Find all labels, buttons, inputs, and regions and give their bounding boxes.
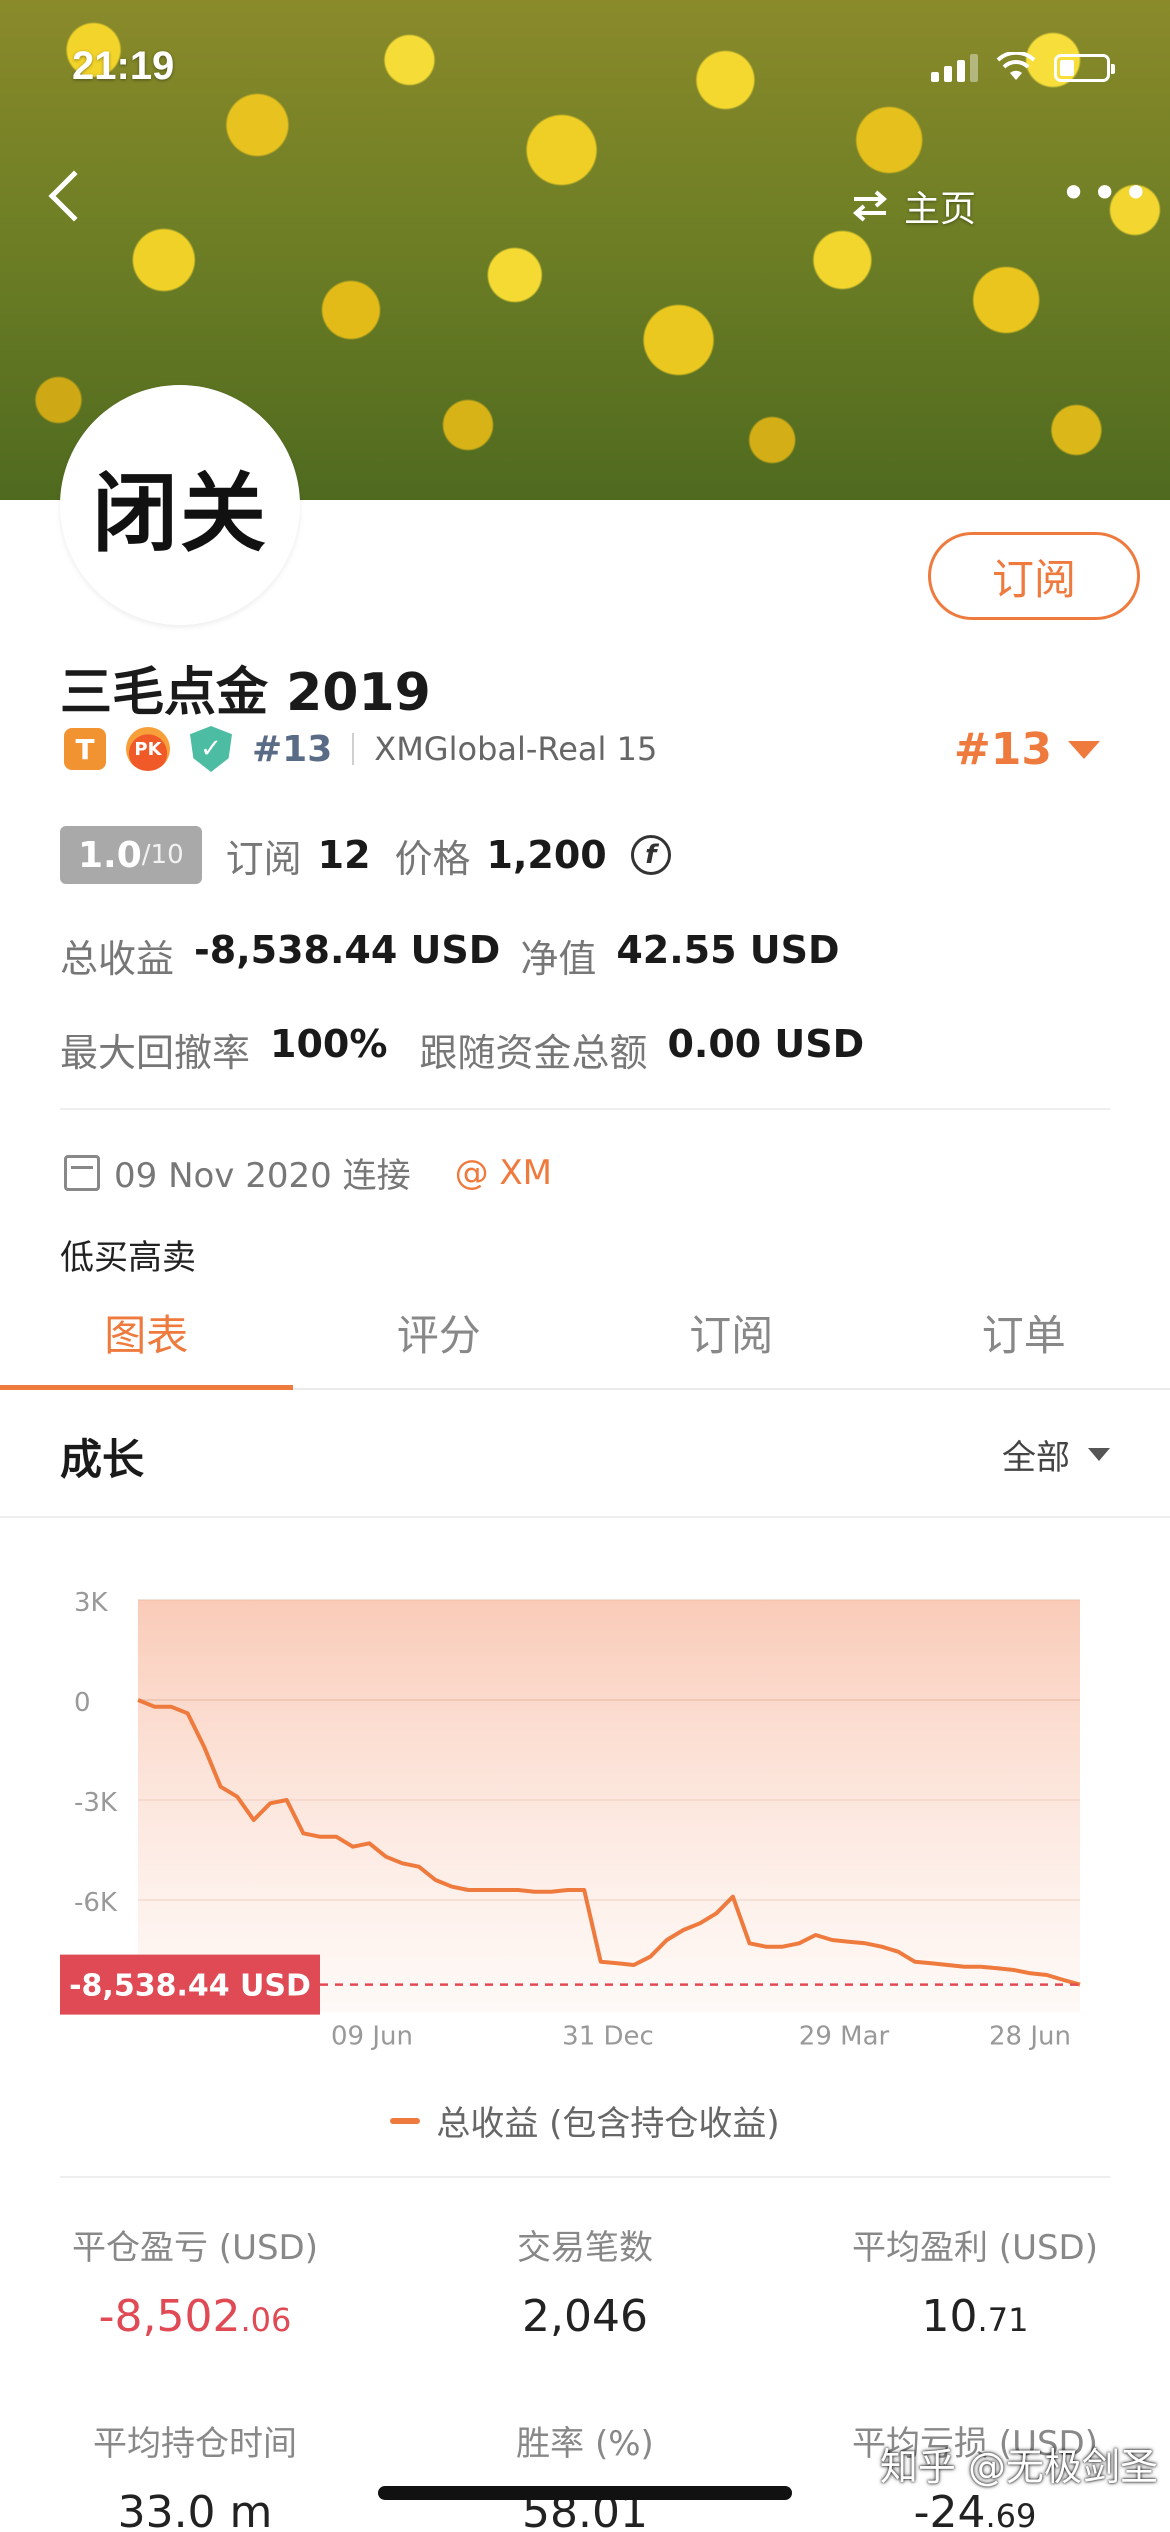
broker-link[interactable]: @ XM (455, 1153, 552, 1193)
stat-value-int: 10 (921, 2291, 978, 2342)
stat-value: 2,046 (390, 2291, 780, 2342)
stat-value: 10.71 (780, 2291, 1170, 2342)
status-time: 21:19 (72, 44, 175, 88)
tab-subscribe[interactable]: 订阅 (585, 1290, 878, 1388)
divider (352, 733, 355, 765)
total-profit-value: -8,538.44 USD (194, 928, 501, 972)
x-tick-label: 28 Jun (989, 2022, 1071, 2052)
y-tick-label: -6K (74, 1888, 118, 1918)
wifi-icon (996, 52, 1036, 80)
stat-avg-hold-time: 平均持仓时间 33.0 m (0, 2416, 390, 2532)
follow-funds-label: 跟随资金总额 (419, 1031, 648, 1075)
calendar-icon (64, 1154, 100, 1191)
stat-value-int: -24 (913, 2487, 986, 2532)
divider (60, 2176, 1110, 2178)
stat-win-rate: 胜率 (%) 58.01 (390, 2416, 780, 2532)
stat-avg-profit: 平均盈利 (USD) 10.71 (780, 2220, 1170, 2342)
score-value: 1.0 (78, 834, 142, 876)
signal-icon (931, 54, 978, 82)
home-indicator (378, 2486, 792, 2500)
filter-label: 全部 (1002, 1438, 1070, 1478)
legend-label: 总收益 (包含持仓收益) (436, 2104, 780, 2144)
stat-trade-count: 交易笔数 2,046 (390, 2220, 780, 2342)
tab-chart[interactable]: 图表 (0, 1290, 293, 1390)
subscriptions-label: 订阅 (225, 836, 302, 881)
follow-funds-value: 0.00 USD (667, 1022, 865, 1066)
period-filter-dropdown[interactable]: 全部 (1002, 1430, 1110, 1479)
stat-label: 平仓盈亏 (USD) (72, 2228, 318, 2268)
x-tick-label: 29 Mar (799, 2022, 890, 2052)
battery-icon (1054, 54, 1115, 82)
triangle-down-icon (1088, 1448, 1110, 1461)
max-drawdown-label: 最大回撤率 (60, 1031, 251, 1075)
x-tick-label: 09 Jun (331, 2022, 413, 2052)
drawdown-row: 最大回撤率 100% 跟随资金总额 0.00 USD (60, 1022, 864, 1077)
swap-icon (852, 190, 888, 222)
home-label: 主页 (904, 189, 977, 230)
stat-value: 33.0 m (0, 2487, 390, 2532)
home-switch-button[interactable]: 主页 (850, 180, 976, 232)
rank-big: #13 (953, 724, 1052, 775)
y-tick-label: 0 (74, 1688, 91, 1718)
status-icons (931, 52, 1115, 82)
avatar-text: 闭关 (92, 463, 268, 564)
score-badge: 1.0/10 (60, 826, 202, 884)
back-icon[interactable] (48, 170, 100, 222)
trader-name: 三毛点金 2019 (60, 663, 431, 723)
growth-chart[interactable]: 3K 0 -3K -6K -8,538.44 USD 09 Jun 31 Dec 29 Mar… (0, 1540, 1170, 2060)
connect-row: 09 Nov 2020 连接 @ XM (64, 1148, 552, 1197)
tab-rating[interactable]: 评分 (293, 1290, 586, 1388)
stat-value-dec: .71 (977, 2301, 1029, 2339)
more-icon[interactable]: ••• (1060, 170, 1153, 216)
stat-label: 平均盈利 (USD) (852, 2228, 1098, 2268)
tab-bar: 图表 评分 订阅 订单 (0, 1290, 1170, 1390)
stat-value: -8,502.06 (0, 2291, 390, 2342)
subscribe-button[interactable]: 订阅 (928, 532, 1140, 620)
verified-shield-icon[interactable]: ✓ (190, 726, 232, 772)
max-drawdown-value: 100% (270, 1022, 388, 1066)
profit-row: 总收益 -8,538.44 USD 净值 42.55 USD (60, 928, 840, 983)
badge-row: T PK ✓ #13 XMGlobal-Real 15 (64, 726, 657, 772)
rank-small: #13 (252, 728, 333, 770)
tab-orders[interactable]: 订单 (878, 1290, 1170, 1388)
avatar[interactable]: 闭关 (60, 385, 300, 625)
stat-label: 平均持仓时间 (93, 2424, 297, 2464)
chart-legend: 总收益 (包含持仓收益) (0, 2096, 1170, 2145)
chart-area-background (138, 1600, 1080, 2012)
score-suffix: /10 (141, 840, 184, 870)
connect-date: 09 Nov 2020 连接 (114, 1156, 411, 1196)
coin-icon: f (630, 835, 671, 875)
y-tick-label: 3K (74, 1588, 109, 1618)
total-profit-label: 总收益 (60, 937, 175, 981)
pk-fire-badge-icon[interactable]: PK (126, 727, 170, 771)
equity-label: 净值 (520, 937, 597, 981)
y-tick-label: -3K (74, 1788, 118, 1818)
divider (60, 1108, 1110, 1110)
price-value: 1,200 (486, 833, 607, 877)
trader-motto: 低买高卖 (60, 1238, 196, 1278)
stat-value-int: 33.0 m (117, 2487, 273, 2532)
growth-section-header: 成长 全部 (0, 1392, 1170, 1518)
legend-swatch (390, 2117, 421, 2124)
triangle-down-icon (1068, 740, 1100, 759)
price-label: 价格 (394, 836, 471, 881)
stat-value-dec: .69 (985, 2497, 1037, 2532)
stat-label: 胜率 (%) (516, 2424, 654, 2464)
account-name: XMGlobal-Real 15 (374, 730, 658, 768)
current-value-label: -8,538.44 USD (69, 1969, 311, 2004)
trader-t-badge-icon[interactable]: T (64, 728, 106, 770)
subscriptions-value: 12 (317, 833, 371, 877)
x-tick-label: 31 Dec (562, 2022, 654, 2052)
equity-value: 42.55 USD (616, 928, 840, 972)
rank-selector[interactable]: #13 (954, 724, 1100, 775)
stat-closed-pnl: 平仓盈亏 (USD) -8,502.06 (0, 2220, 390, 2342)
stat-label: 交易笔数 (517, 2228, 653, 2268)
stat-value-dec: .06 (240, 2301, 292, 2339)
score-row: 1.0/10 订阅 12 价格 1,200 f (60, 826, 671, 884)
stat-value: -24.69 (780, 2487, 1170, 2532)
stat-value-int: -8,502 (98, 2291, 241, 2342)
watermark: 知乎 @无极剑圣 (879, 2445, 1158, 2489)
stat-value-int: 2,046 (522, 2291, 648, 2342)
section-title: 成长 (60, 1435, 145, 1484)
